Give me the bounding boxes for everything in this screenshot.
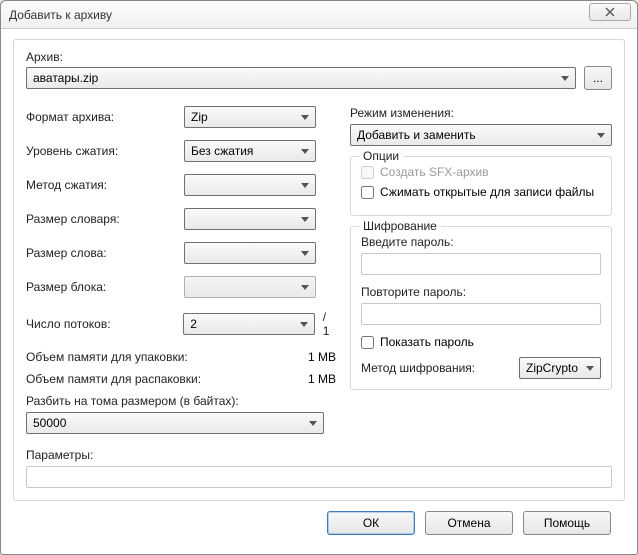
- method-label: Метод сжатия:: [26, 178, 184, 192]
- sfx-checkbox: [361, 166, 374, 179]
- split-combo[interactable]: 50000: [26, 412, 324, 434]
- password-label: Введите пароль:: [361, 235, 601, 249]
- main-panel: Архив: аватары.zip ... Формат архива: Zi…: [13, 39, 625, 501]
- content: Архив: аватары.zip ... Формат архива: Zi…: [1, 29, 637, 541]
- shared-label: Сжимать открытые для записи файлы: [380, 185, 594, 199]
- options-title: Опции: [359, 149, 403, 163]
- mem-unpack-label: Объем памяти для распаковки:: [26, 372, 276, 386]
- params-label: Параметры:: [26, 448, 612, 462]
- encryption-title: Шифрование: [359, 219, 441, 233]
- dict-label: Размер словаря:: [26, 212, 184, 226]
- split-value: 50000: [33, 416, 66, 430]
- sfx-checkbox-row: Создать SFX-архив: [361, 165, 601, 179]
- cancel-button[interactable]: Отмена: [425, 511, 513, 535]
- archive-name-combo[interactable]: аватары.zip: [26, 67, 576, 89]
- show-password-checkbox[interactable]: [361, 336, 374, 349]
- browse-button[interactable]: ...: [584, 66, 612, 90]
- cancel-button-label: Отмена: [447, 516, 490, 530]
- close-button[interactable]: [589, 3, 631, 21]
- block-combo: [184, 276, 316, 298]
- params-input[interactable]: [26, 466, 612, 488]
- word-label: Размер слова:: [26, 246, 184, 260]
- window-title: Добавить к архиву: [9, 8, 112, 22]
- shared-checkbox-row[interactable]: Сжимать открытые для записи файлы: [361, 185, 601, 199]
- level-combo[interactable]: Без сжатия: [184, 140, 316, 162]
- mem-unpack-value: 1 MB: [276, 372, 336, 386]
- mem-pack-label: Объем памяти для упаковки:: [26, 350, 276, 364]
- browse-button-label: ...: [593, 71, 603, 85]
- threads-suffix: / 1: [323, 310, 336, 338]
- split-label: Разбить на тома размером (в байтах):: [26, 394, 336, 408]
- mem-pack-value: 1 MB: [276, 350, 336, 364]
- show-password-label: Показать пароль: [380, 335, 474, 349]
- word-combo[interactable]: [184, 242, 316, 264]
- archive-label: Архив:: [26, 50, 612, 64]
- enc-method-label: Метод шифрования:: [361, 361, 509, 375]
- help-button-label: Помощь: [544, 516, 590, 530]
- show-password-row[interactable]: Показать пароль: [361, 335, 601, 349]
- dialog-window: Добавить к архиву Архив: аватары.zip ...…: [0, 0, 638, 555]
- threads-combo[interactable]: 2: [183, 313, 315, 335]
- threads-label: Число потоков:: [26, 317, 183, 331]
- format-value: Zip: [191, 110, 208, 124]
- method-combo[interactable]: [184, 174, 316, 196]
- format-label: Формат архива:: [26, 110, 184, 124]
- enc-method-value: ZipCrypto: [526, 361, 578, 375]
- threads-value: 2: [190, 317, 197, 331]
- format-combo[interactable]: Zip: [184, 106, 316, 128]
- shared-checkbox[interactable]: [361, 186, 374, 199]
- help-button[interactable]: Помощь: [523, 511, 611, 535]
- level-label: Уровень сжатия:: [26, 144, 184, 158]
- password2-label: Повторите пароль:: [361, 285, 601, 299]
- level-value: Без сжатия: [191, 144, 253, 158]
- mode-value: Добавить и заменить: [357, 128, 476, 142]
- dict-combo[interactable]: [184, 208, 316, 230]
- mode-label: Режим изменения:: [350, 106, 612, 120]
- password2-input[interactable]: [361, 303, 601, 325]
- ok-button[interactable]: ОК: [327, 511, 415, 535]
- options-group: Опции Создать SFX-архив Сжимать открытые…: [350, 156, 612, 216]
- enc-method-combo[interactable]: ZipCrypto: [519, 357, 601, 379]
- button-bar: ОК Отмена Помощь: [13, 501, 625, 535]
- archive-name-value: аватары.zip: [33, 71, 98, 85]
- left-column: Формат архива: Zip Уровень сжатия: Без с…: [26, 106, 336, 434]
- block-label: Размер блока:: [26, 280, 184, 294]
- sfx-label: Создать SFX-архив: [380, 165, 489, 179]
- encryption-group: Шифрование Введите пароль: Повторите пар…: [350, 226, 612, 390]
- password-input[interactable]: [361, 253, 601, 275]
- mode-combo[interactable]: Добавить и заменить: [350, 124, 612, 146]
- right-column: Режим изменения: Добавить и заменить Опц…: [350, 106, 612, 434]
- ok-button-label: ОК: [363, 516, 379, 530]
- titlebar: Добавить к архиву: [1, 1, 637, 29]
